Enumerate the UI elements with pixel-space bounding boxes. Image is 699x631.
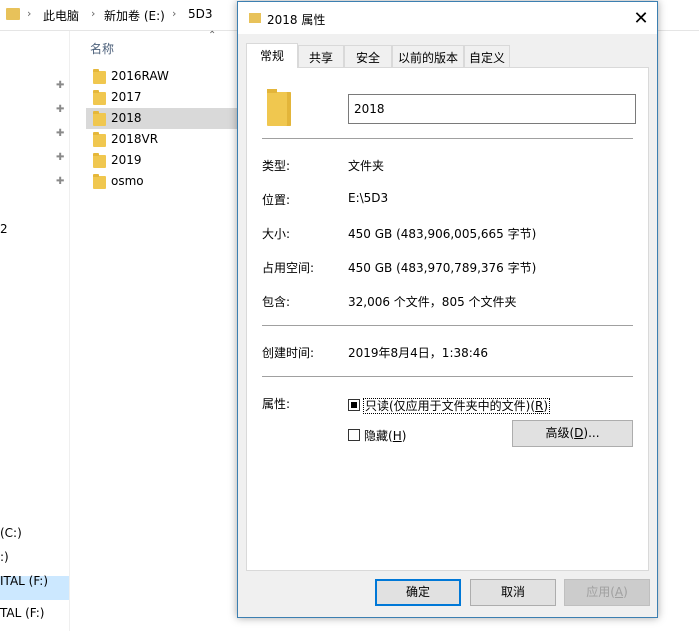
general-tab-panel: 类型: 文件夹 位置: E:\5D3 大小: 450 GB (483,906,0… xyxy=(246,67,649,571)
pin-icon[interactable]: ✚ xyxy=(56,129,65,139)
divider xyxy=(262,138,633,139)
size-on-disk-value: 450 GB (483,970,789,376 字节) xyxy=(348,261,537,275)
breadcrumb-5d3[interactable]: 5D3 xyxy=(188,7,213,21)
apply-button[interactable]: 应用(A) xyxy=(564,579,650,606)
dialog-titlebar[interactable]: 2018 属性 ✕ xyxy=(238,2,657,34)
tab-customize[interactable]: 自定义 xyxy=(464,45,510,67)
apply-access-key: A xyxy=(614,585,624,599)
hidden-access-key: H xyxy=(392,429,402,443)
advanced-label-suffix: )... xyxy=(583,426,600,440)
folder-row-2016raw[interactable]: 2016RAW xyxy=(86,66,238,87)
nav-item-drive-c[interactable]: (C:) xyxy=(0,526,22,540)
nav-item-drive-f[interactable]: ITAL (F:) xyxy=(0,574,48,588)
pin-icon[interactable]: ✚ xyxy=(56,153,65,163)
folder-icon xyxy=(93,132,106,147)
folder-name-input[interactable] xyxy=(348,94,636,124)
created-value: 2019年8月4日，1:38:46 xyxy=(348,346,489,360)
pin-icon[interactable]: ✚ xyxy=(56,177,65,187)
folder-name: 2018 xyxy=(111,111,142,125)
attributes-label: 属性: xyxy=(262,397,291,411)
folder-icon xyxy=(93,174,106,189)
nav-item[interactable]: 2 xyxy=(0,222,8,236)
tab-security[interactable]: 安全 xyxy=(344,45,392,67)
advanced-label: 高级( xyxy=(545,426,575,440)
folder-icon xyxy=(93,153,106,168)
hidden-label-text: 隐藏( xyxy=(364,429,393,443)
folder-row-2018vr[interactable]: 2018VR xyxy=(86,129,238,150)
pin-icon[interactable]: ✚ xyxy=(56,105,65,115)
close-button[interactable]: ✕ xyxy=(627,6,655,32)
folder-name: 2019 xyxy=(111,153,142,167)
hidden-label-suffix: ) xyxy=(401,429,407,443)
hidden-checkbox-label[interactable]: 隐藏(H) xyxy=(364,427,406,444)
readonly-label-text: 只读(仅应用于文件夹中的文件)( xyxy=(365,399,536,413)
folder-name: 2017 xyxy=(111,90,142,104)
contains-label: 包含: xyxy=(262,295,291,309)
cancel-button[interactable]: 取消 xyxy=(470,579,556,606)
type-label: 类型: xyxy=(262,159,291,173)
folder-icon xyxy=(93,111,106,126)
chevron-right-icon: › xyxy=(172,7,177,20)
readonly-label-suffix: ) xyxy=(543,399,549,413)
tab-sharing[interactable]: 共享 xyxy=(298,45,344,67)
pin-icon[interactable]: ✚ xyxy=(56,81,65,91)
location-label: 位置: xyxy=(262,193,291,207)
contains-value: 32,006 个文件，805 个文件夹 xyxy=(348,295,517,309)
size-on-disk-label: 占用空间: xyxy=(262,261,315,275)
sort-ascending-icon: ⌃ xyxy=(208,30,217,41)
dialog-title: 2018 属性 xyxy=(267,13,326,27)
nav-item-drive-selected[interactable]: :) xyxy=(0,550,9,564)
size-label: 大小: xyxy=(262,227,291,241)
folder-row-2017[interactable]: 2017 xyxy=(86,87,238,108)
folder-icon xyxy=(6,8,20,20)
tab-general[interactable]: 常规 xyxy=(246,43,298,68)
nav-item-drive-f-2[interactable]: TAL (F:) xyxy=(0,606,44,620)
size-value: 450 GB (483,906,005,665 字节) xyxy=(348,227,537,241)
navigation-pane: ✚ ✚ ✚ ✚ ✚ 2 (C:) :) ITAL (F:) TAL (F:) xyxy=(0,31,70,631)
folder-name: osmo xyxy=(111,174,144,188)
type-value: 文件夹 xyxy=(348,159,385,173)
breadcrumb-drive-e[interactable]: 新加卷 (E:) xyxy=(104,7,165,24)
readonly-checkbox-label[interactable]: 只读(仅应用于文件夹中的文件)(R) xyxy=(363,397,551,414)
breadcrumb-this-pc[interactable]: 此电脑 xyxy=(43,7,79,24)
properties-dialog: 2018 属性 ✕ 常规 共享 安全 以前的版本 自定义 类型: 文件夹 位置:… xyxy=(237,1,658,618)
dialog-button-bar: 确定 取消 应用(A) xyxy=(238,571,657,617)
column-header-name[interactable]: 名称 xyxy=(90,40,114,57)
ok-button[interactable]: 确定 xyxy=(375,579,461,606)
folder-row-2019[interactable]: 2019 xyxy=(86,150,238,171)
advanced-button[interactable]: 高级(D)... xyxy=(512,420,633,447)
folder-name: 2016RAW xyxy=(111,69,169,83)
location-value: E:\5D3 xyxy=(348,191,389,205)
folder-row-osmo[interactable]: osmo xyxy=(86,171,238,192)
chevron-right-icon: › xyxy=(91,7,96,20)
folder-icon xyxy=(249,13,261,23)
folder-icon xyxy=(93,69,106,84)
folder-name: 2018VR xyxy=(111,132,159,146)
folder-icon xyxy=(93,90,106,105)
apply-label: 应用( xyxy=(586,585,615,599)
created-label: 创建时间: xyxy=(262,346,315,360)
folder-row-2018[interactable]: 2018 xyxy=(86,108,238,129)
tab-previous-versions[interactable]: 以前的版本 xyxy=(392,45,464,67)
divider xyxy=(262,325,633,326)
hidden-checkbox[interactable] xyxy=(348,429,360,441)
readonly-checkbox[interactable] xyxy=(348,399,360,411)
divider xyxy=(262,376,633,377)
folder-icon xyxy=(267,89,291,126)
chevron-right-icon: › xyxy=(27,7,32,20)
apply-label-suffix: ) xyxy=(623,585,628,599)
